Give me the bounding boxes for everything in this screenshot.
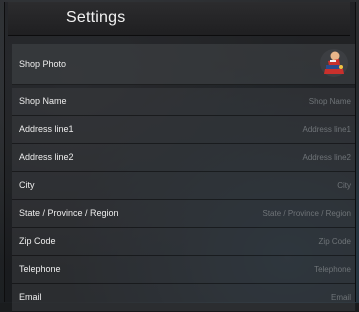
address-line2-label: Address line2 (19, 152, 74, 162)
field-row-shop-name: Shop Name (12, 88, 355, 116)
state-label: State / Province / Region (19, 208, 119, 218)
shop-name-label: Shop Name (19, 96, 67, 106)
address-line2-input[interactable] (211, 150, 351, 165)
field-row-address-line1: Address line1 (12, 116, 355, 144)
shop-name-input[interactable] (211, 94, 351, 109)
zip-code-input[interactable] (211, 234, 351, 249)
field-row-address-line2: Address line2 (12, 144, 355, 172)
city-label: City (19, 180, 35, 190)
state-input[interactable] (151, 206, 351, 221)
shop-photo-row[interactable]: Shop Photo (12, 44, 355, 85)
page-title: Settings (66, 9, 126, 26)
address-line1-label: Address line1 (19, 124, 74, 134)
telephone-label: Telephone (19, 264, 61, 274)
field-row-telephone: Telephone (12, 256, 355, 284)
field-row-state: State / Province / Region (12, 200, 355, 228)
email-label: Email (19, 292, 42, 302)
shop-photo-label: Shop Photo (19, 59, 67, 69)
shop-avatar-icon[interactable] (319, 48, 349, 78)
field-row-city: City (12, 172, 355, 200)
telephone-input[interactable] (211, 262, 351, 277)
zip-code-label: Zip Code (19, 236, 56, 246)
address-line1-input[interactable] (211, 122, 351, 137)
field-row-email: Email (12, 284, 355, 312)
field-row-zip-code: Zip Code (12, 228, 355, 256)
header-bar: Settings (8, 2, 350, 36)
city-input[interactable] (211, 178, 351, 193)
settings-list: Shop Photo Shop Name Address line1 Addre… (12, 44, 355, 312)
